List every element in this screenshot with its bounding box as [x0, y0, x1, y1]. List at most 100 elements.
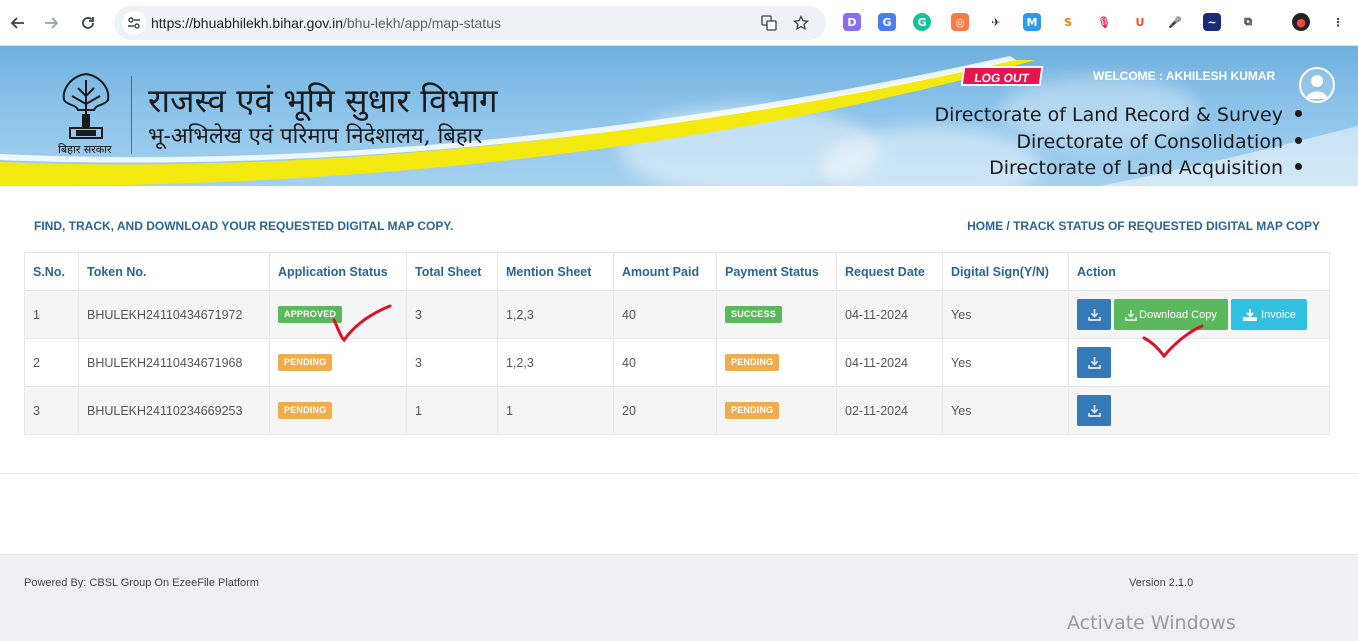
url-path: /bhu-lekh/app/map-status	[343, 15, 501, 31]
download-icon	[1087, 357, 1101, 369]
extensions-puzzle-icon[interactable]: ⧉	[1239, 13, 1257, 31]
cell-app-status: APPROVED	[269, 290, 407, 339]
cell-digital-sign: Yes	[942, 338, 1069, 387]
cell-action	[1068, 386, 1330, 435]
cell-token: BHULEKH24110434671972	[78, 290, 270, 339]
cell-total-sheet: 1	[406, 386, 498, 435]
cell-action	[1068, 338, 1330, 387]
profile-icon[interactable]: ●	[1292, 13, 1310, 31]
table-row: 1 BHULEKH24110434671972 APPROVED 3 1,2,3…	[24, 290, 1330, 339]
table-row: 3 BHULEKH24110234669253 PENDING 1 1 20 P…	[24, 386, 1330, 435]
logout-button[interactable]: LOG OUT	[960, 66, 1044, 86]
bullet-icon	[1295, 136, 1302, 144]
extension-mic-icon[interactable]: 🎙	[1095, 13, 1113, 31]
translate-icon[interactable]	[760, 14, 778, 32]
extension-u-icon[interactable]: U	[1131, 13, 1149, 31]
bookmark-star-icon[interactable]	[792, 14, 810, 32]
download-button[interactable]	[1077, 347, 1111, 378]
extension-chart-icon[interactable]: ~	[1203, 13, 1221, 31]
welcome-text: WELCOME : AKHILESH KUMAR	[1093, 69, 1276, 83]
cell-sno: 3	[24, 386, 79, 435]
map-status-table: S.No. Token No. Application Status Total…	[24, 252, 1330, 435]
address-bar[interactable]: https://bhuabhilekh.bihar.gov.in/bhu-lek…	[114, 6, 826, 40]
cell-payment-status: PENDING	[716, 386, 837, 435]
directorate-item: Directorate of Land Acquisition	[934, 155, 1302, 182]
status-badge: APPROVED	[278, 306, 343, 323]
cell-payment-status: SUCCESS	[716, 290, 837, 339]
col-header-app-status: Application Status	[269, 252, 407, 291]
breadcrumb[interactable]: HOME / TRACK STATUS OF REQUESTED DIGITAL…	[967, 219, 1320, 233]
download-copy-label: Download Copy	[1139, 308, 1217, 321]
download-icon	[1087, 405, 1101, 417]
col-header-total-sheet: Total Sheet	[406, 252, 498, 291]
status-badge: PENDING	[278, 402, 333, 419]
extension-d-icon[interactable]: D	[843, 13, 861, 31]
cell-amount: 40	[613, 290, 717, 339]
col-header-digital-sign: Digital Sign(Y/N)	[942, 252, 1069, 291]
page-heading: FIND, TRACK, AND DOWNLOAD YOUR REQUESTED…	[34, 219, 454, 233]
cell-digital-sign: Yes	[942, 290, 1069, 339]
site-settings-icon[interactable]	[122, 11, 146, 35]
browser-menu-icon[interactable]: ⋮	[1329, 13, 1347, 31]
bihar-emblem-icon	[62, 72, 110, 139]
content-divider	[0, 473, 1358, 474]
cell-app-status: PENDING	[269, 338, 407, 387]
powered-by-text: Powered By: CBSL Group On EzeeFile Platf…	[24, 577, 259, 589]
status-badge: PENDING	[278, 354, 333, 371]
page-heading-row: FIND, TRACK, AND DOWNLOAD YOUR REQUESTED…	[34, 219, 1322, 235]
download-icon	[1125, 309, 1137, 321]
payment-badge: SUCCESS	[725, 306, 782, 323]
cell-sno: 1	[24, 290, 79, 339]
forward-arrow-icon[interactable]	[39, 11, 63, 35]
extension-plane-icon[interactable]: ✈	[987, 13, 1005, 31]
invoice-button[interactable]: Invoice	[1231, 299, 1307, 330]
invoice-download-icon	[1243, 308, 1258, 321]
download-button[interactable]	[1077, 395, 1111, 426]
cell-app-status: PENDING	[269, 386, 407, 435]
user-avatar-icon[interactable]	[1299, 67, 1335, 103]
cell-request-date: 02-11-2024	[836, 386, 943, 435]
extension-m-icon[interactable]: M	[1023, 13, 1041, 31]
col-header-mention-sheet: Mention Sheet	[497, 252, 614, 291]
reload-icon[interactable]	[76, 11, 100, 35]
extension-grammarly-icon[interactable]: G	[913, 13, 931, 31]
url-host: https://bhuabhilekh.bihar.gov.in	[151, 15, 343, 31]
col-header-action: Action	[1068, 252, 1330, 291]
directorate-label: Directorate of Land Record & Survey	[934, 104, 1283, 126]
extension-docs-icon[interactable]: G	[878, 13, 896, 31]
table-row: 2 BHULEKH24110434671968 PENDING 3 1,2,3 …	[24, 338, 1330, 387]
col-header-token: Token No.	[78, 252, 270, 291]
cell-request-date: 04-11-2024	[836, 290, 943, 339]
cell-sno: 2	[24, 338, 79, 387]
url-text: https://bhuabhilekh.bihar.gov.in/bhu-lek…	[151, 15, 501, 31]
header-divider	[131, 76, 132, 154]
extension-screenshot-icon[interactable]: ◎	[951, 13, 969, 31]
extension-voice-icon[interactable]: 🎤	[1166, 13, 1184, 31]
bullet-icon	[1295, 163, 1302, 170]
directorate-label: Directorate of Consolidation	[1016, 130, 1283, 153]
table-header-row: S.No. Token No. Application Status Total…	[24, 252, 1330, 291]
cell-token: BHULEKH24110234669253	[78, 386, 270, 435]
bullet-icon	[1295, 110, 1302, 117]
cell-token: BHULEKH24110434671968	[78, 338, 270, 387]
payment-badge: PENDING	[725, 354, 780, 371]
cell-payment-status: PENDING	[716, 338, 837, 387]
download-button[interactable]	[1077, 299, 1111, 330]
cell-request-date: 04-11-2024	[836, 338, 943, 387]
back-arrow-icon[interactable]	[6, 11, 30, 35]
cell-mention-sheet: 1	[497, 386, 614, 435]
cell-total-sheet: 3	[406, 338, 498, 387]
department-subtitle: भू-अभिलेख एवं परिमाप निदेशालय, बिहार	[148, 124, 483, 149]
cell-total-sheet: 3	[406, 290, 498, 339]
activate-windows-watermark: Activate Windows	[1067, 612, 1236, 634]
extension-s-icon[interactable]: S	[1059, 13, 1077, 31]
cell-mention-sheet: 1,2,3	[497, 290, 614, 339]
version-text: Version 2.1.0	[1129, 577, 1194, 589]
col-header-request-date: Request Date	[836, 252, 943, 291]
directorate-list: Directorate of Land Record & Survey Dire…	[934, 102, 1302, 182]
cell-action: Download Copy Invoice	[1068, 290, 1330, 339]
download-copy-button[interactable]: Download Copy	[1114, 299, 1228, 330]
directorate-item: Directorate of Consolidation	[934, 129, 1302, 156]
col-header-payment-status: Payment Status	[716, 252, 837, 291]
download-icon	[1087, 309, 1101, 321]
